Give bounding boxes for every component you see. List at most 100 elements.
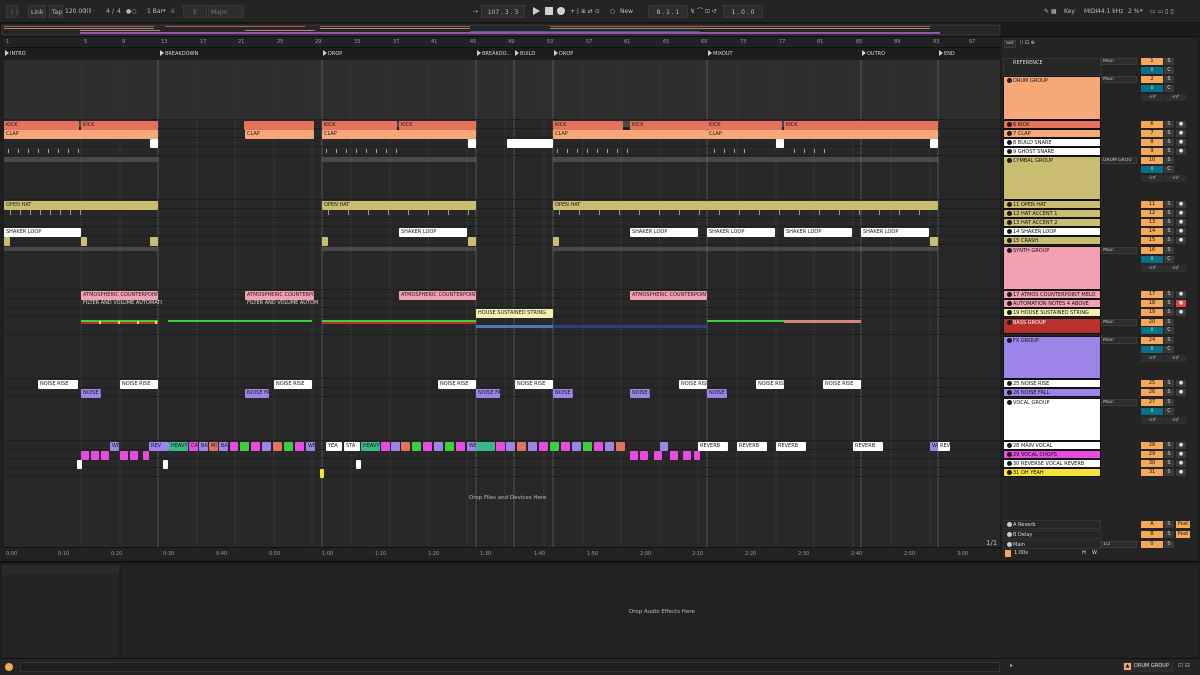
pan-knob[interactable]: 0 xyxy=(1141,327,1163,334)
arm-icon[interactable]: ● xyxy=(1176,389,1186,396)
metronome-icon[interactable]: |||| · xyxy=(85,5,95,18)
track-activator-icon[interactable] xyxy=(1007,470,1012,475)
clip-vocal-chop[interactable] xyxy=(630,451,638,460)
clip-main-vocal[interactable]: REV xyxy=(938,442,950,451)
clip-main-vocal[interactable] xyxy=(660,442,668,451)
track-vocal-group[interactable]: VOCAL GROUP Main 27 S 0 C -inf -inf xyxy=(1002,398,1197,442)
clip-kick[interactable]: KICK xyxy=(81,121,158,130)
clip-oh-yeah[interactable] xyxy=(320,469,324,478)
clip-main-vocal[interactable]: BA xyxy=(199,442,208,451)
clip-atmos[interactable]: ATMOSPHERIC COUNTERPOINT xyxy=(81,291,158,300)
clip-main-vocal[interactable] xyxy=(561,442,570,451)
clip-clap[interactable]: CLAP xyxy=(322,130,476,139)
arm-icon[interactable]: ● xyxy=(1176,460,1186,467)
track-options-icons[interactable]: ⁞⁞ ⊡ ⊕ xyxy=(1020,40,1035,46)
return-letter[interactable]: A xyxy=(1141,521,1163,528)
clip-crash[interactable] xyxy=(468,237,476,246)
solo-button[interactable]: S xyxy=(1164,228,1174,235)
locator-lane[interactable]: INTRO BREAKDOWN DROP BREAKDO... BUILD DR… xyxy=(4,49,1000,59)
track-number[interactable]: 28 xyxy=(1141,442,1163,449)
clip-shaker[interactable]: SHAKER LOOP xyxy=(861,228,929,237)
time-ruler[interactable]: 0:00 0:10 0:20 0:30 0:40 0:50 1:00 1:10 … xyxy=(4,539,1000,559)
pan-knob[interactable]: 0 xyxy=(1141,166,1163,173)
clip-vocal-chop[interactable] xyxy=(670,451,678,460)
device-browser[interactable] xyxy=(2,575,119,658)
clip-build-snare[interactable] xyxy=(930,139,938,148)
clip-crash[interactable] xyxy=(81,237,87,246)
loop-length-field[interactable]: 1 . 0 . 0 xyxy=(723,5,763,18)
solo-button[interactable]: S xyxy=(1164,139,1174,146)
stop-icon[interactable] xyxy=(545,7,553,15)
track-activator-icon[interactable] xyxy=(1007,122,1012,127)
track-name[interactable]: 25 NOISE RISE xyxy=(1003,379,1101,388)
track-activator-icon[interactable] xyxy=(1007,131,1012,136)
cue-w-button[interactable]: W xyxy=(1092,550,1097,556)
clip-noise-rise[interactable]: NOISE RISE xyxy=(756,380,784,389)
solo-button[interactable]: S xyxy=(1164,319,1174,326)
clip-main-vocal[interactable] xyxy=(605,442,614,451)
track-name[interactable]: CYMBAL GROUP xyxy=(1003,156,1101,200)
track-cymbal-group[interactable]: CYMBAL GROUP DRUM GROU 10 S 0 C -inf -in… xyxy=(1002,156,1197,200)
track-number[interactable]: 14 xyxy=(1141,228,1163,235)
record-icon[interactable] xyxy=(557,7,565,15)
solo-button[interactable]: S xyxy=(1164,451,1174,458)
clip-main-vocal[interactable] xyxy=(456,442,465,451)
arm-icon[interactable]: ● xyxy=(1176,380,1186,387)
track-number[interactable]: 2 xyxy=(1141,76,1163,83)
track-name[interactable]: 31 OH YEAH xyxy=(1003,468,1101,477)
output-routing[interactable]: Main xyxy=(1101,76,1137,83)
track-shaker-loop[interactable]: 14 SHAKER LOOP 14 S ● xyxy=(1002,227,1197,236)
track-main[interactable]: Main 1/2 0 S xyxy=(1002,540,1197,549)
clip-main-vocal[interactable] xyxy=(412,442,421,451)
track-house-string[interactable]: 19 HOUSE SUSTAINED STRING 19 S ● xyxy=(1002,308,1197,317)
clip-vocal-chop[interactable] xyxy=(81,451,89,460)
fold-icon[interactable] xyxy=(1007,158,1012,163)
clip-main-vocal[interactable] xyxy=(594,442,603,451)
pan-knob[interactable]: 0 xyxy=(1141,256,1163,263)
cue-h-button[interactable]: H xyxy=(1082,550,1086,556)
clip-noise-rise[interactable]: NOISE RISE xyxy=(438,380,476,389)
track-activator-icon[interactable] xyxy=(1007,310,1012,315)
track-name[interactable]: A Reverb xyxy=(1003,520,1101,529)
return-b-delay[interactable]: B Delay B S Post xyxy=(1002,530,1197,539)
grid-icon[interactable]: ⋮⋮ xyxy=(6,5,21,18)
track-name[interactable]: BASS GROUP xyxy=(1003,318,1101,334)
track-activator-icon[interactable] xyxy=(1007,140,1012,145)
track-activator-icon[interactable] xyxy=(1007,211,1012,216)
track-number[interactable]: 24 xyxy=(1141,337,1163,344)
volume-readout[interactable]: -inf xyxy=(1141,175,1163,182)
clip-atmos[interactable]: ATMOSPHERIC COUNTERPOINT xyxy=(245,291,314,300)
track-number[interactable]: 11 xyxy=(1141,201,1163,208)
clip-noise-fall[interactable]: NOISE F xyxy=(707,389,727,398)
solo-button[interactable]: S xyxy=(1164,291,1174,298)
clip-reverse-reverb[interactable] xyxy=(163,460,168,469)
capture-icon[interactable]: ○ xyxy=(610,5,615,18)
solo-button[interactable]: S xyxy=(1164,130,1174,137)
track-activator-icon[interactable] xyxy=(1007,522,1012,527)
clip-vocal-chop[interactable] xyxy=(640,451,648,460)
play-icon[interactable]: ▸ xyxy=(1010,662,1013,669)
solo-button[interactable]: S xyxy=(1164,337,1174,344)
clip-main-vocal[interactable]: HEAVY xyxy=(361,442,380,451)
output-routing[interactable]: DRUM GROU xyxy=(1101,157,1137,164)
track-number[interactable]: 13 xyxy=(1141,219,1163,226)
loop-start-field[interactable]: 8 . 1 . 1 xyxy=(648,5,688,18)
clip-crash[interactable] xyxy=(150,237,158,246)
track-number[interactable]: 19 xyxy=(1141,309,1163,316)
info-icon[interactable] xyxy=(5,663,13,671)
output-routing[interactable]: Main xyxy=(1101,399,1137,406)
midi-map-button[interactable]: MIDI xyxy=(1084,5,1097,18)
clip-main-vocal[interactable] xyxy=(262,442,271,451)
track-name[interactable]: 30 REVERSE VOCAL REVERB xyxy=(1003,459,1101,468)
arm-icon[interactable]: ● xyxy=(1176,121,1186,128)
track-name[interactable]: 13 HAT ACCENT 2 xyxy=(1003,218,1101,227)
clip-build-snare[interactable] xyxy=(507,139,553,148)
track-activator-icon[interactable] xyxy=(1007,443,1012,448)
clip-main-vocal[interactable] xyxy=(230,442,238,451)
clip-crash[interactable] xyxy=(322,237,328,246)
track-name[interactable]: B Delay xyxy=(1003,530,1101,539)
track-hat-accent-1[interactable]: 12 HAT ACCENT 1 12 S ● xyxy=(1002,209,1197,218)
pan-knob[interactable]: 0 xyxy=(1141,85,1163,92)
volume-readout[interactable]: -inf xyxy=(1141,94,1163,101)
track-name[interactable]: 26 NOISE FALL xyxy=(1003,388,1101,397)
